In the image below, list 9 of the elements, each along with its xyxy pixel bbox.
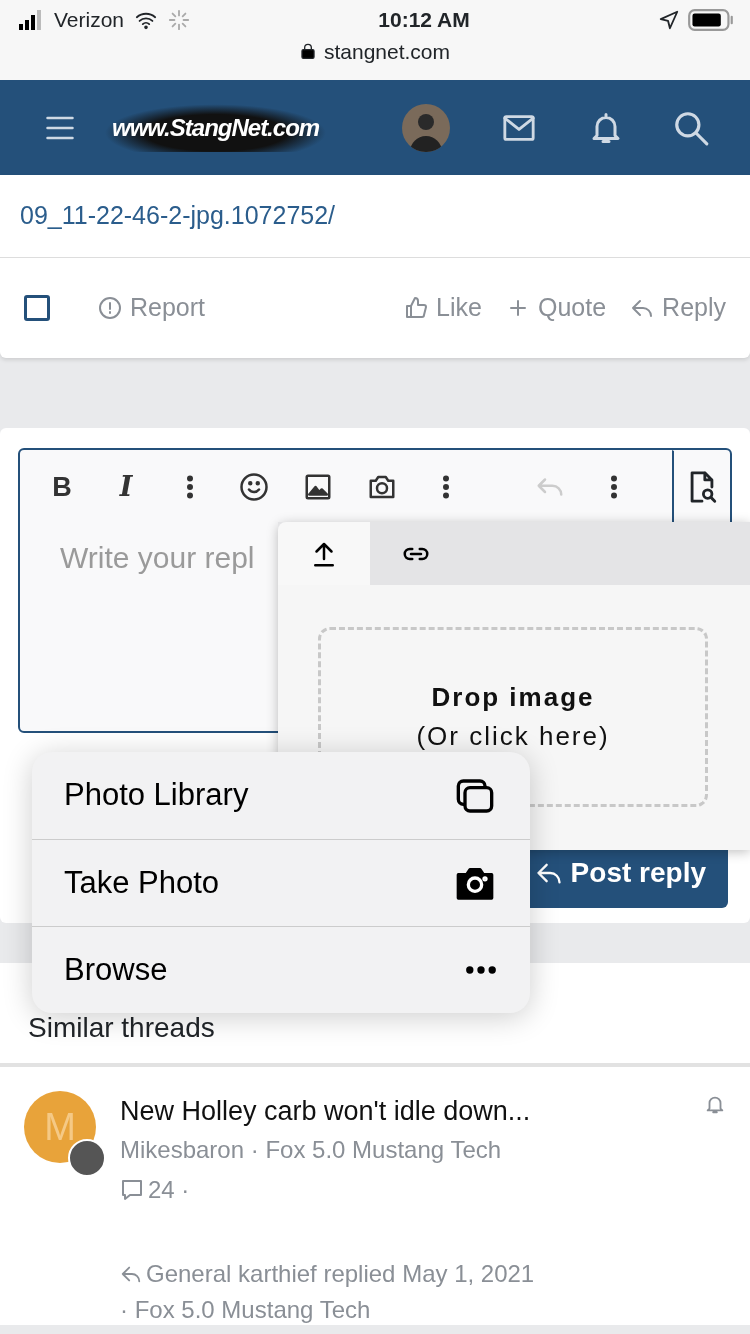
clock-time: 10:12 AM: [378, 7, 470, 33]
last-reply: General karthief replied May 1, 2021: [146, 1258, 535, 1289]
carrier-name: Verizon: [54, 7, 125, 33]
reply-count: 24 ·: [148, 1174, 190, 1205]
drop-title: Drop image: [431, 681, 595, 714]
thread-meta: Mikesbaron · Fox 5.0 Mustang Tech: [120, 1134, 503, 1165]
url-text: stangnet.com: [323, 38, 451, 65]
thread-forum: · Fox 5.0 Mustang Tech: [120, 1294, 372, 1325]
drop-hint: (Or click here): [416, 720, 610, 753]
